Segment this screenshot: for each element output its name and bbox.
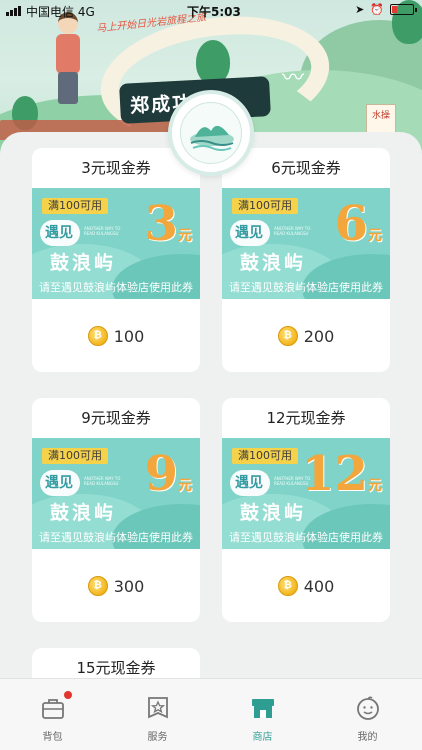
battery-icon bbox=[390, 4, 417, 15]
min-spend-badge: 满100可用 bbox=[232, 198, 298, 214]
min-spend-badge: 满100可用 bbox=[42, 448, 108, 464]
coupon-amount: 12元 bbox=[301, 446, 382, 502]
coin-icon: ₿ bbox=[277, 326, 298, 346]
store-icon bbox=[252, 699, 274, 718]
coupon-card[interactable]: 12元现金券 满100可用 12元 遇见 ANOTHER WAY TO READ… bbox=[222, 398, 390, 622]
coupon-card[interactable]: 6元现金券 满100可用 6元 遇见 ANOTHER WAY TO READ K… bbox=[222, 148, 390, 372]
tab-label: 商店 bbox=[252, 732, 273, 743]
tab-bar: 背包 服务 商店 我的 bbox=[0, 678, 422, 750]
coupon-note: 请至遇见鼓浪屿体验店使用此券 bbox=[39, 281, 193, 294]
signal-icon bbox=[6, 6, 21, 16]
brand-logo: 遇见 bbox=[230, 470, 270, 496]
shop-logo bbox=[168, 90, 254, 176]
coupon-amount: 6元 bbox=[334, 196, 382, 252]
coupon-ticket: 满100可用 9元 遇见 ANOTHER WAY TO READ KULANGS… bbox=[32, 438, 200, 549]
coin-icon: ₿ bbox=[87, 326, 108, 346]
brand-tagline: ANOTHER WAY TO READ KULANGSU bbox=[84, 476, 121, 486]
brand-logo: 遇见 bbox=[40, 470, 80, 496]
alarm-icon: ⏰ bbox=[370, 3, 384, 16]
brand-tagline: ANOTHER WAY TO READ KULANGSU bbox=[274, 476, 311, 486]
min-spend-badge: 满100可用 bbox=[42, 198, 108, 214]
brand-logo: 遇见 bbox=[40, 220, 80, 246]
tourist-figure-legs bbox=[58, 72, 78, 104]
tab-label: 我的 bbox=[357, 732, 378, 743]
notification-dot bbox=[64, 691, 72, 699]
coupon-title: 9元现金券 bbox=[81, 409, 151, 427]
tab-backpack[interactable]: 背包 bbox=[0, 679, 105, 750]
coupon-price: ₿ 200 bbox=[222, 326, 390, 346]
coupon-card[interactable]: 3元现金券 满100可用 3元 遇见 ANOTHER WAY TO READ K… bbox=[32, 148, 200, 372]
coupon-price: ₿ 100 bbox=[32, 326, 200, 346]
coupon-card[interactable]: 9元现金券 满100可用 9元 遇见 ANOTHER WAY TO READ K… bbox=[32, 398, 200, 622]
brand-name: 鼓浪屿 bbox=[50, 502, 117, 524]
coin-icon: ₿ bbox=[277, 576, 298, 596]
coupon-ticket: 满100可用 6元 遇见 ANOTHER WAY TO READ KULANGS… bbox=[222, 188, 390, 299]
tab-label: 服务 bbox=[147, 732, 168, 743]
price-value: 300 bbox=[113, 576, 145, 596]
coupon-note: 请至遇见鼓浪屿体验店使用此券 bbox=[229, 281, 383, 294]
brand-tagline: ANOTHER WAY TO READ KULANGSU bbox=[274, 226, 311, 236]
brand-logo: 遇见 bbox=[230, 220, 270, 246]
island-icon bbox=[190, 125, 234, 151]
brand-name: 鼓浪屿 bbox=[50, 252, 117, 274]
location-icon: ➤ bbox=[355, 3, 365, 16]
coin-icon: ₿ bbox=[87, 576, 108, 596]
service-star-icon bbox=[148, 697, 168, 719]
coupon-note: 请至遇见鼓浪屿体验店使用此券 bbox=[229, 531, 383, 544]
price-value: 100 bbox=[113, 326, 145, 346]
coupon-price: ₿ 400 bbox=[222, 576, 390, 596]
carrier-label: 中国电信 4G bbox=[26, 5, 95, 19]
tab-profile[interactable]: 我的 bbox=[315, 679, 420, 750]
coupon-title: 12元现金券 bbox=[266, 409, 346, 427]
price-value: 400 bbox=[303, 576, 335, 596]
coupon-list[interactable]: 3元现金券 满100可用 3元 遇见 ANOTHER WAY TO READ K… bbox=[0, 132, 422, 688]
brand-name: 鼓浪屿 bbox=[240, 252, 307, 274]
coupon-ticket: 满100可用 12元 遇见 ANOTHER WAY TO READ KULANG… bbox=[222, 438, 390, 549]
tourist-figure-body bbox=[56, 34, 80, 74]
coupon-ticket: 满100可用 3元 遇见 ANOTHER WAY TO READ KULANGS… bbox=[32, 188, 200, 299]
brand-name: 鼓浪屿 bbox=[240, 502, 307, 524]
profile-face-icon bbox=[357, 696, 379, 720]
tab-label: 背包 bbox=[42, 732, 63, 743]
min-spend-badge: 满100可用 bbox=[232, 448, 298, 464]
tab-store[interactable]: 商店 bbox=[210, 679, 315, 750]
price-value: 200 bbox=[303, 326, 335, 346]
tab-service[interactable]: 服务 bbox=[105, 679, 210, 750]
coupon-price: ₿ 300 bbox=[32, 576, 200, 596]
brand-tagline: ANOTHER WAY TO READ KULANGSU bbox=[84, 226, 121, 236]
status-bar: 中国电信 4G 下午5:03 ➤ ⏰ bbox=[0, 0, 422, 22]
coupon-amount: 3元 bbox=[144, 196, 192, 252]
clock: 下午5:03 bbox=[187, 5, 241, 19]
coupon-note: 请至遇见鼓浪屿体验店使用此券 bbox=[39, 531, 193, 544]
backpack-icon bbox=[42, 699, 64, 719]
seagull-icon: 〰 bbox=[282, 66, 305, 91]
coupon-amount: 9元 bbox=[144, 446, 192, 502]
